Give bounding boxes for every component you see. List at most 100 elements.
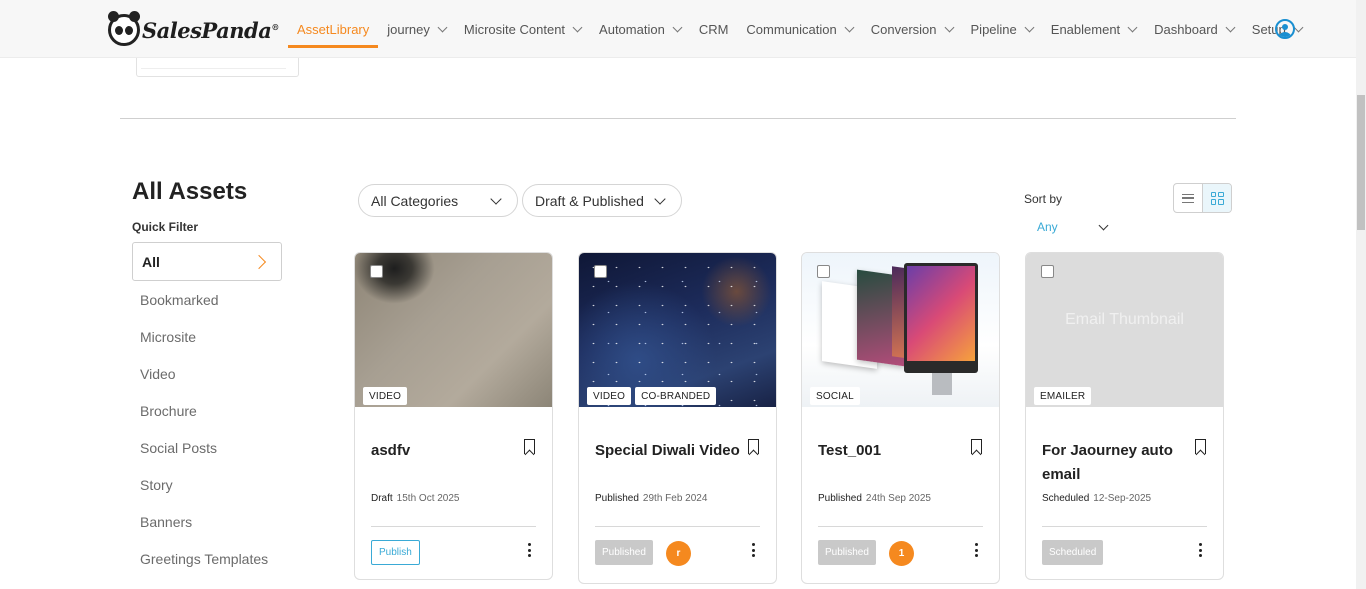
bookmark-icon[interactable] [1195, 439, 1206, 454]
asset-title[interactable]: Test_001 [818, 439, 978, 463]
asset-type-tag: CO-BRANDED [635, 387, 717, 405]
nav-label: Communication [746, 21, 837, 37]
select-checkbox[interactable] [1041, 265, 1054, 278]
chevron-down-icon [944, 22, 954, 32]
status-filter-dropdown[interactable]: Draft & Published [522, 184, 682, 217]
nav-item-communication[interactable]: Communication [737, 0, 861, 58]
asset-title[interactable]: Special Diwali Video [595, 439, 765, 463]
quick-filter-microsite[interactable]: Microsite [140, 327, 268, 364]
user-avatar[interactable]: r [666, 541, 691, 566]
chevron-down-icon [1225, 22, 1236, 32]
salespanda-logo[interactable]: SalesPanda® [108, 11, 279, 46]
asset-type-tag: SOCIAL [810, 387, 860, 405]
nav-label: Dashboard [1154, 21, 1218, 37]
collapsed-panel [136, 58, 299, 77]
asset-card[interactable]: VIDEO asdfv Draft 15th Oct 2025 Publish [354, 252, 553, 580]
asset-title[interactable]: For Jaourney auto email [1042, 439, 1192, 487]
nav-label: CRM [698, 21, 729, 37]
more-options-icon[interactable] [1199, 543, 1203, 557]
nav-label: Conversion [870, 21, 937, 37]
user-avatar[interactable]: 1 [889, 541, 914, 566]
asset-thumbnail[interactable] [802, 253, 999, 407]
user-account-icon[interactable] [1275, 19, 1295, 39]
status-pill: Published [818, 540, 876, 565]
status-pill: Scheduled [1042, 540, 1104, 565]
nav-item-automation[interactable]: Automation [590, 0, 690, 58]
section-divider [120, 118, 1236, 119]
nav-item-assetlibrary[interactable]: AssetLibrary [288, 0, 379, 58]
page-scrollbar[interactable] [1356, 0, 1366, 589]
nav-item-dashboard[interactable]: Dashboard [1145, 0, 1243, 58]
quick-filter-greetings-templates[interactable]: Greetings Templates [140, 549, 268, 586]
asset-status: Draft 15th Oct 2025 [371, 493, 460, 504]
more-options-icon[interactable] [528, 543, 532, 557]
card-divider [371, 526, 536, 527]
more-options-icon[interactable] [975, 543, 979, 557]
nav-label: Microsite Content [463, 21, 566, 37]
select-checkbox[interactable] [370, 265, 383, 278]
bookmark-icon[interactable] [524, 439, 535, 454]
more-options-icon[interactable] [752, 543, 756, 557]
quick-filter-brochure[interactable]: Brochure [140, 401, 268, 438]
quick-filter-label: Quick Filter [132, 220, 199, 234]
quick-filter-all[interactable]: All [132, 242, 282, 281]
nav-label: Enablement [1050, 21, 1121, 37]
quick-filter-all-label: All [142, 253, 160, 270]
page-title: All Assets [132, 178, 248, 205]
bookmark-icon[interactable] [971, 439, 982, 454]
select-checkbox[interactable] [817, 265, 830, 278]
asset-type-tag: VIDEO [363, 387, 408, 405]
grid-view-button[interactable] [1202, 184, 1231, 212]
asset-thumbnail[interactable]: Email Thumbnail [1026, 253, 1223, 407]
list-view-button[interactable] [1174, 184, 1202, 212]
grid-view-icon [1210, 191, 1224, 205]
category-filter-dropdown[interactable]: All Categories [358, 184, 518, 217]
asset-type-tag: EMAILER [1034, 387, 1092, 405]
chevron-down-icon [1098, 220, 1109, 231]
chevron-down-icon [844, 22, 855, 32]
status-text: Published [818, 493, 862, 504]
quick-filter-video[interactable]: Video [140, 364, 268, 401]
nav-item-crm[interactable]: CRM [690, 0, 738, 58]
chevron-down-icon [572, 22, 583, 32]
brand-name: SalesPanda® [142, 17, 279, 43]
asset-thumbnail[interactable] [355, 253, 552, 407]
chevron-down-icon [654, 193, 666, 205]
status-date: 12-Sep-2025 [1093, 493, 1152, 504]
scrollbar-thumb[interactable] [1357, 95, 1365, 230]
quick-filter-banners[interactable]: Banners [140, 512, 268, 549]
bookmark-icon[interactable] [748, 439, 759, 454]
asset-card[interactable]: VIDEO CO-BRANDED Special Diwali Video Pub… [578, 252, 777, 584]
sort-by-label: Sort by [1024, 192, 1063, 206]
status-text: Published [595, 493, 639, 504]
chevron-down-icon [437, 22, 448, 32]
asset-status: Published 29th Feb 2024 [595, 493, 707, 504]
publish-button[interactable]: Publish [371, 540, 420, 565]
sort-by-value: Any [1037, 220, 1058, 234]
sort-by-select[interactable]: Any [1037, 220, 1113, 238]
asset-title[interactable]: asdfv [371, 439, 531, 463]
asset-card[interactable]: Email Thumbnail EMAILER For Jaourney aut… [1025, 252, 1224, 580]
nav-item-conversion[interactable]: Conversion [862, 0, 962, 58]
main-nav: AssetLibrary journey Microsite Content A… [288, 0, 1311, 58]
chevron-down-icon [490, 193, 502, 205]
status-filter-value: Draft & Published [535, 192, 644, 209]
quick-filter-social-posts[interactable]: Social Posts [140, 438, 268, 475]
nav-label: Automation [599, 21, 665, 37]
status-text: Scheduled [1042, 493, 1090, 504]
asset-thumbnail[interactable] [579, 253, 776, 407]
status-date: 15th Oct 2025 [396, 493, 460, 504]
nav-item-journey[interactable]: journey [378, 0, 455, 58]
select-checkbox[interactable] [594, 265, 607, 278]
nav-item-enablement[interactable]: Enablement [1042, 0, 1145, 58]
card-divider [595, 526, 760, 527]
nav-label: Pipeline [970, 21, 1017, 37]
nav-item-microsite-content[interactable]: Microsite Content [455, 0, 590, 58]
card-divider [818, 526, 983, 527]
asset-card[interactable]: SOCIAL Test_001 Published 24th Sep 2025 P… [801, 252, 1000, 584]
nav-item-pipeline[interactable]: Pipeline [962, 0, 1042, 58]
thumbnail-placeholder-text: Email Thumbnail [1065, 311, 1184, 328]
status-date: 24th Sep 2025 [865, 493, 931, 504]
quick-filter-story[interactable]: Story [140, 475, 268, 512]
quick-filter-bookmarked[interactable]: Bookmarked [140, 290, 268, 327]
